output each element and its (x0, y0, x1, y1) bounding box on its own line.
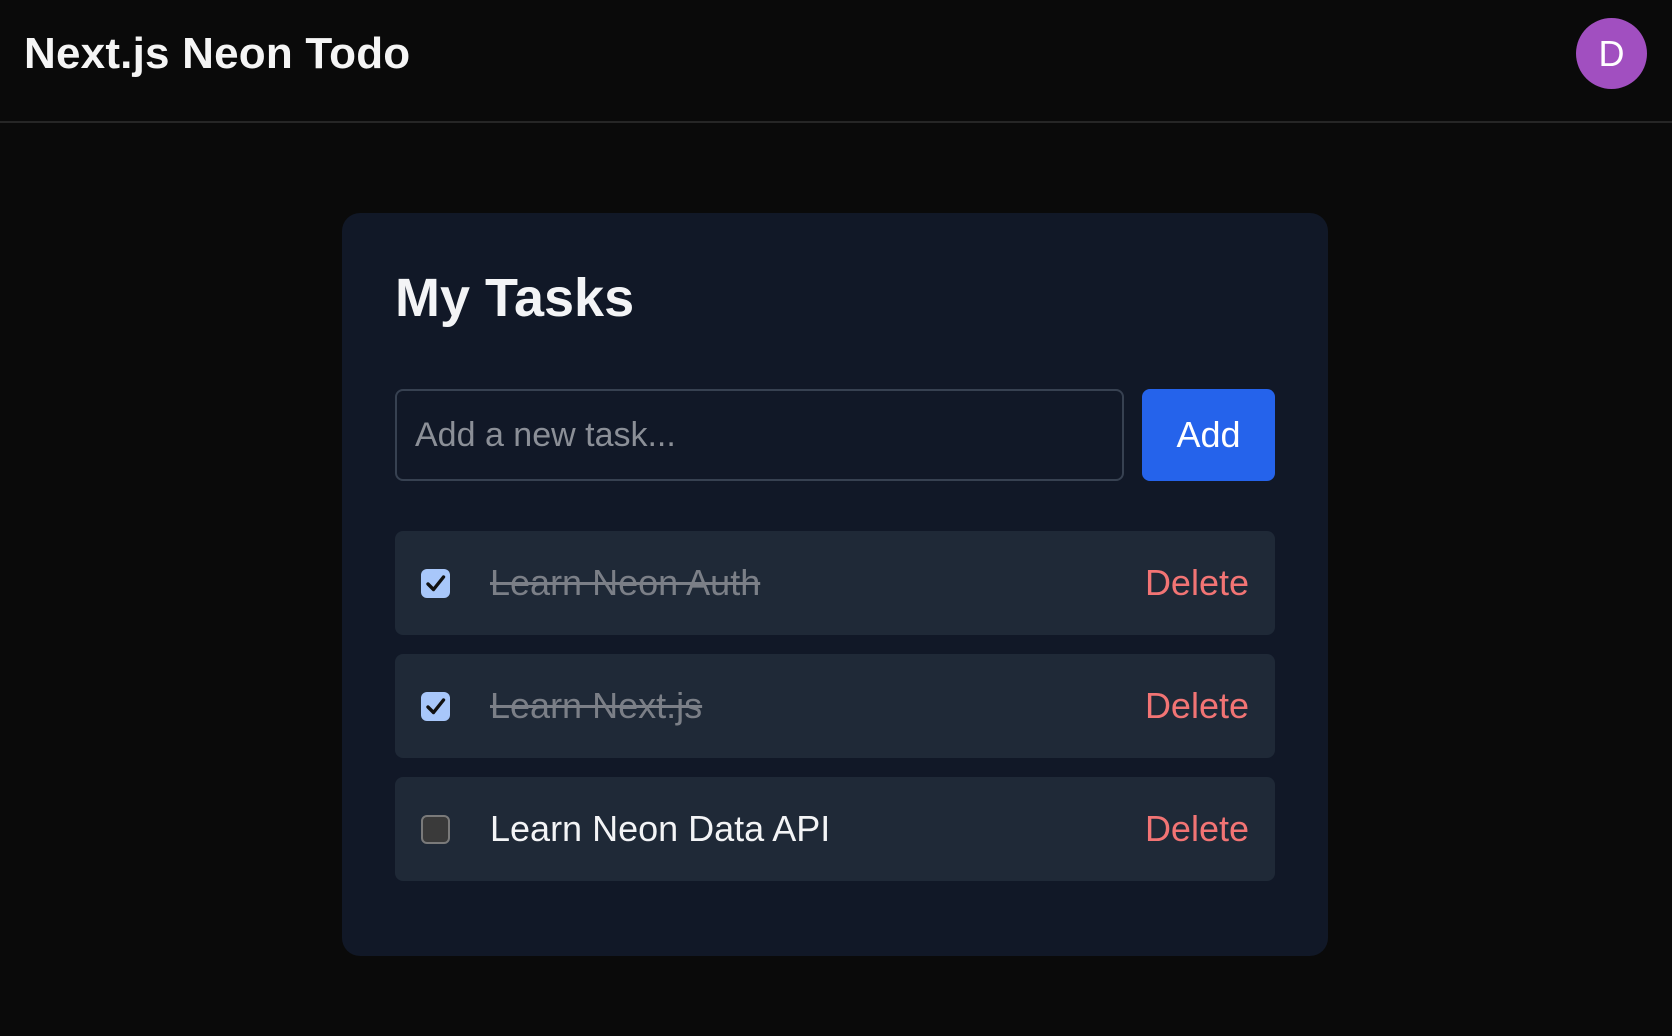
tasks-card: My Tasks Add Learn Neon Auth Delete Lear… (342, 213, 1328, 956)
task-label: Learn Next.js (490, 685, 703, 726)
delete-task-button[interactable]: Delete (1145, 654, 1249, 758)
checkmark-icon (426, 575, 446, 592)
task-row: Learn Next.js Delete (395, 654, 1275, 758)
task-label: Learn Neon Data API (490, 808, 831, 849)
task-checkbox[interactable] (421, 815, 450, 844)
task-row: Learn Neon Data API Delete (395, 777, 1275, 881)
checkmark-icon (426, 698, 446, 715)
task-label: Learn Neon Auth (490, 562, 761, 603)
task-checkbox[interactable] (421, 569, 450, 598)
delete-task-button[interactable]: Delete (1145, 531, 1249, 635)
page-title: My Tasks (395, 268, 635, 328)
top-navigation-bar: Next.js Neon Todo D (0, 0, 1672, 123)
new-task-input[interactable] (395, 389, 1124, 481)
app-title: Next.js Neon Todo (24, 29, 411, 78)
task-checkbox[interactable] (421, 692, 450, 721)
delete-task-button[interactable]: Delete (1145, 777, 1249, 881)
task-row: Learn Neon Auth Delete (395, 531, 1275, 635)
add-task-button[interactable]: Add (1142, 389, 1275, 481)
user-avatar[interactable]: D (1576, 18, 1647, 89)
